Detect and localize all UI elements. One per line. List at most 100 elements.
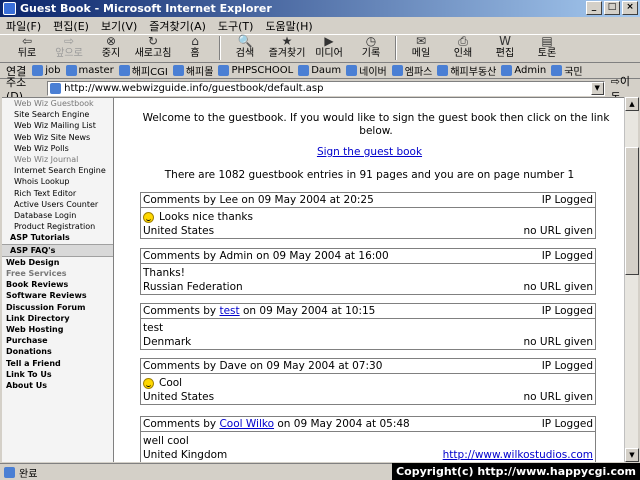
nav-section-asp-tutorials[interactable]: ASP Tutorials xyxy=(2,232,113,243)
entry-author-link[interactable]: test xyxy=(219,305,239,317)
nav-link[interactable]: Web Wiz Mailing List xyxy=(2,120,113,131)
link-happymall[interactable]: 해피몰 xyxy=(172,63,213,78)
guestbook-main: Welcome to the guestbook. If you would l… xyxy=(115,98,624,462)
nav-link[interactable]: Whois Lookup xyxy=(2,176,113,187)
minimize-button[interactable]: _ xyxy=(586,1,602,15)
home-button[interactable]: ⌂ 홈 xyxy=(174,35,216,61)
welcome-text: Welcome to the guestbook. If you would l… xyxy=(142,112,610,137)
scroll-up-icon[interactable]: ▲ xyxy=(625,97,639,111)
link-empas[interactable]: 엠파스 xyxy=(391,63,432,78)
nav-link[interactable]: Rich Text Editor xyxy=(2,188,113,199)
edit-button[interactable]: W 편집 xyxy=(484,35,526,61)
link-admin[interactable]: Admin xyxy=(501,65,546,76)
entry-comment: Looks nice thanks xyxy=(159,211,253,223)
nav-main-link[interactable]: Software Reviews xyxy=(2,290,113,301)
menu-edit[interactable]: 편집(E) xyxy=(53,18,89,34)
chevron-down-icon[interactable]: ▼ xyxy=(590,82,604,95)
left-navigation: Web Wiz Guestbook Site Search Engine Web… xyxy=(2,98,114,462)
search-icon: 🔍 xyxy=(237,34,253,48)
link-phpschool[interactable]: PHPSCHOOL xyxy=(218,65,293,76)
nav-link[interactable]: Product Registration xyxy=(2,221,113,232)
entry-author: Admin xyxy=(219,250,253,262)
address-url: http://www.webwizguide.info/guestbook/de… xyxy=(64,83,324,94)
ip-logged-label[interactable]: IP Logged xyxy=(542,249,593,263)
menu-view[interactable]: 보기(V) xyxy=(101,18,137,34)
refresh-button[interactable]: ↻ 새로고침 xyxy=(132,35,174,61)
ip-logged-label[interactable]: IP Logged xyxy=(542,193,593,207)
entry-comment: Cool xyxy=(159,377,183,389)
edit-icon: W xyxy=(499,34,511,48)
entry-homepage-link[interactable]: http://www.wilkostudios.com xyxy=(443,448,593,462)
nav-main-link[interactable]: Web Design xyxy=(2,257,113,268)
nav-link[interactable]: Web Wiz Site News xyxy=(2,132,113,143)
entry-country: United States xyxy=(143,391,215,403)
toolbar-separator xyxy=(219,36,221,60)
page-icon xyxy=(391,65,403,76)
print-button[interactable]: ⎙ 인쇄 xyxy=(442,35,484,61)
page-icon xyxy=(346,65,358,76)
nav-link[interactable]: Web Wiz Polls xyxy=(2,143,113,154)
back-arrow-icon: ⇦ xyxy=(21,34,33,48)
history-icon: ◷ xyxy=(365,34,377,48)
scroll-down-icon[interactable]: ▼ xyxy=(625,448,639,462)
title-bar: Guest Book - Microsoft Internet Explorer… xyxy=(0,0,640,17)
nav-main-link[interactable]: Tell a Friend xyxy=(2,358,113,369)
page-done-icon xyxy=(4,466,15,478)
link-daum[interactable]: Daum xyxy=(298,65,341,76)
nav-main-link[interactable]: Web Hosting xyxy=(2,324,113,335)
discuss-button[interactable]: ▤ 토론 xyxy=(526,35,568,61)
nav-main-link[interactable]: Book Reviews xyxy=(2,279,113,290)
link-master[interactable]: master xyxy=(65,65,114,76)
link-kookmin[interactable]: 국민 xyxy=(551,63,583,78)
entry-byline: Comments by Cool Wilko on 09 May 2004 at… xyxy=(143,418,410,430)
search-button[interactable]: 🔍 검색 xyxy=(224,35,266,61)
ip-logged-label[interactable]: IP Logged xyxy=(542,417,593,431)
back-button[interactable]: ⇦ 뒤로 xyxy=(6,35,48,61)
media-button[interactable]: ▶ 미디어 xyxy=(308,35,350,61)
nav-link[interactable]: Site Search Engine xyxy=(2,109,113,120)
vertical-scrollbar[interactable]: ▲ ▼ xyxy=(624,97,639,462)
scrollbar-thumb[interactable] xyxy=(625,147,639,275)
nav-main-link[interactable]: Purchase xyxy=(2,335,113,346)
nav-main-link[interactable]: Discussion Forum xyxy=(2,302,113,313)
nav-section-asp-faqs[interactable]: ASP FAQ's xyxy=(2,243,113,257)
nav-main-link[interactable]: Donations xyxy=(2,346,113,357)
nav-link[interactable]: Internet Search Engine xyxy=(2,165,113,176)
menu-file[interactable]: 파일(F) xyxy=(6,18,41,34)
nav-link[interactable]: Active Users Counter xyxy=(2,199,113,210)
address-input[interactable]: http://www.webwizguide.info/guestbook/de… xyxy=(47,81,605,96)
menu-tools[interactable]: 도구(T) xyxy=(218,18,254,34)
menu-favorites[interactable]: 즐겨찾기(A) xyxy=(149,18,206,34)
window-title: Guest Book - Microsoft Internet Explorer xyxy=(20,2,272,15)
maximize-button[interactable]: □ xyxy=(604,1,620,15)
nav-main-link[interactable]: About Us xyxy=(2,380,113,391)
close-button[interactable]: × xyxy=(622,1,638,15)
nav-main-link[interactable]: Free Services xyxy=(2,268,113,279)
guestbook-entry: Comments by test on 09 May 2004 at 10:15… xyxy=(140,303,596,350)
stop-button[interactable]: ⊗ 중지 xyxy=(90,35,132,61)
status-text: 완료 xyxy=(19,468,38,480)
forward-button[interactable]: ⇨ 앞으로 xyxy=(48,35,90,61)
ip-logged-label[interactable]: IP Logged xyxy=(542,304,593,318)
entry-byline: Comments by Dave on 09 May 2004 at 07:30 xyxy=(143,360,383,372)
link-happycgi[interactable]: 해피CGI xyxy=(118,63,168,78)
entry-author-link[interactable]: Cool Wilko xyxy=(219,418,274,430)
nav-link[interactable]: Database Login xyxy=(2,210,113,221)
mail-button[interactable]: ✉ 메일 xyxy=(400,35,442,61)
favorites-button[interactable]: ★ 즐겨찾기 xyxy=(266,35,308,61)
nav-link[interactable]: Web Wiz Guestbook xyxy=(2,98,113,109)
home-icon: ⌂ xyxy=(191,34,199,48)
nav-link[interactable]: Web Wiz Journal xyxy=(2,154,113,165)
nav-main-link[interactable]: Link To Us xyxy=(2,369,113,380)
link-happy-realestate[interactable]: 해피부동산 xyxy=(437,63,496,78)
history-button[interactable]: ◷ 기록 xyxy=(350,35,392,61)
sign-guestbook-link[interactable]: Sign the guest book xyxy=(115,146,624,158)
link-naver[interactable]: 네이버 xyxy=(346,63,387,78)
ip-logged-label[interactable]: IP Logged xyxy=(542,359,593,373)
page-icon xyxy=(118,65,130,76)
smiley-icon xyxy=(143,211,154,223)
discuss-icon: ▤ xyxy=(541,34,553,48)
menu-help[interactable]: 도움말(H) xyxy=(265,18,312,34)
menu-bar: 파일(F) 편집(E) 보기(V) 즐겨찾기(A) 도구(T) 도움말(H) xyxy=(0,17,640,35)
nav-main-link[interactable]: Link Directory xyxy=(2,313,113,324)
